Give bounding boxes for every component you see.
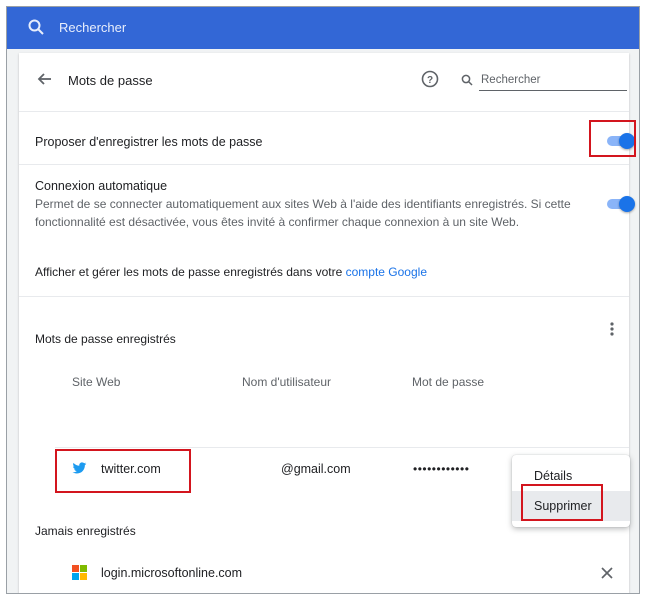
- settings-top-bar: Rechercher: [7, 7, 639, 49]
- search-icon[interactable]: [27, 18, 45, 41]
- more-vert-icon[interactable]: [609, 321, 615, 342]
- auto-signin-description: Permet de se connecter automatiquement a…: [35, 197, 571, 211]
- auto-signin-label: Connexion automatique: [35, 179, 168, 193]
- auto-signin-toggle[interactable]: [605, 196, 635, 212]
- password-mask: ••••••••••••: [413, 462, 470, 476]
- username: @gmail.com: [281, 462, 351, 476]
- list-item[interactable]: login.microsoftonline.com: [55, 548, 629, 593]
- divider: [19, 164, 629, 165]
- manage-passwords-text: Afficher et gérer les mots de passe enre…: [35, 265, 427, 279]
- column-header-username: Nom d'utilisateur: [242, 375, 331, 389]
- manage-text: Afficher et gérer les mots de passe enre…: [35, 265, 343, 279]
- column-header-site: Site Web: [72, 375, 121, 389]
- offer-save-label: Proposer d'enregistrer les mots de passe: [35, 135, 263, 149]
- highlight-box: [521, 484, 603, 521]
- help-icon[interactable]: ?: [421, 70, 439, 93]
- passwords-card: Mots de passe ? Rechercher Proposer d'en…: [19, 53, 636, 593]
- divider: [19, 296, 629, 297]
- google-account-link[interactable]: compte Google: [346, 265, 427, 279]
- column-header-password: Mot de passe: [412, 375, 485, 389]
- microsoft-logo-icon: [72, 565, 87, 585]
- search-icon: [461, 73, 473, 91]
- close-icon[interactable]: [601, 566, 613, 584]
- highlight-box: [589, 120, 636, 157]
- top-search-input[interactable]: Rechercher: [59, 20, 126, 35]
- page-title: Mots de passe: [68, 73, 153, 88]
- back-arrow-icon[interactable]: [37, 71, 53, 92]
- site-name: login.microsoftonline.com: [101, 566, 243, 580]
- password-search-input[interactable]: Rechercher: [481, 74, 540, 86]
- divider: [19, 111, 629, 112]
- highlight-box: [55, 449, 191, 493]
- auto-signin-description: fonctionnalité est désactivée, vous êtes…: [35, 215, 520, 229]
- saved-passwords-heading: Mots de passe enregistrés: [35, 332, 176, 346]
- svg-text:?: ?: [427, 75, 433, 86]
- search-underline: [479, 90, 627, 91]
- never-saved-heading: Jamais enregistrés: [35, 524, 136, 538]
- browser-frame: Rechercher Mots de passe ? Rechercher Pr…: [6, 6, 640, 594]
